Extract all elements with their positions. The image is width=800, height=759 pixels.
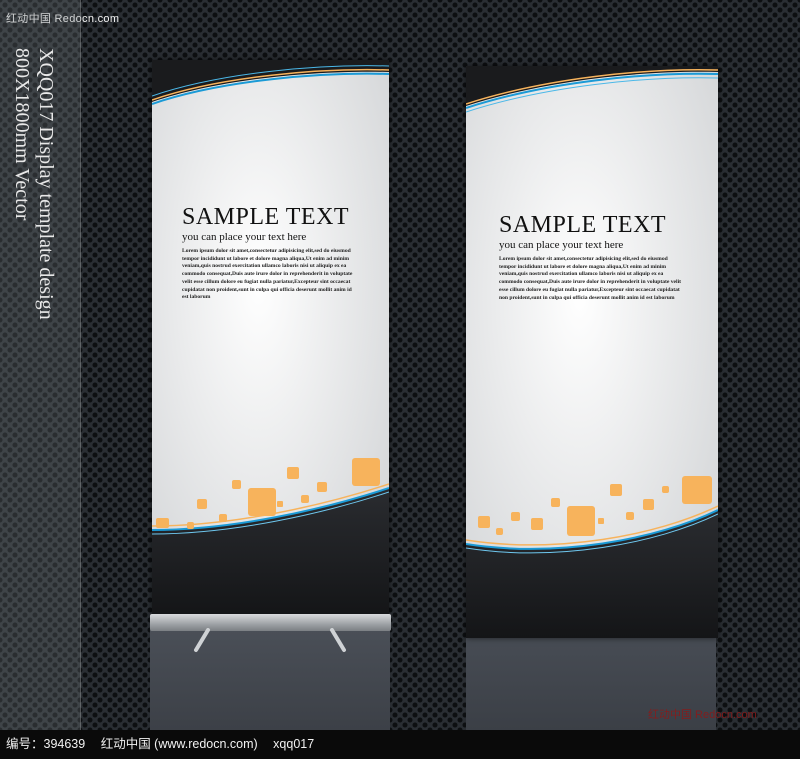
banner-stand-feet bbox=[194, 628, 346, 652]
banner-left: SAMPLE TEXT you can place your text here… bbox=[152, 60, 389, 616]
banner-left-graphic bbox=[152, 60, 389, 616]
banner-right-headline: SAMPLE TEXT bbox=[499, 212, 667, 238]
footer-site: 红动中国 (www.redocn.com) bbox=[100, 737, 258, 751]
banner-right-subhead: you can place your text here bbox=[499, 239, 624, 251]
sidebar-title: XQQ017 Display template design bbox=[35, 48, 57, 320]
banner-right-text: SAMPLE TEXT you can place your text here… bbox=[499, 212, 718, 302]
banner-left-headline: SAMPLE TEXT bbox=[182, 204, 350, 230]
banner-right-graphic bbox=[466, 66, 718, 638]
banner-left-subhead: you can place your text here bbox=[182, 231, 307, 243]
banner-left-body: Lorem ipsum dolor sit amet,consectetur a… bbox=[182, 248, 353, 301]
footer-code: xqq017 bbox=[273, 737, 315, 751]
footer-bar: 编号：394639 红动中国 (www.redocn.com) xqq017 bbox=[0, 730, 800, 759]
banner-right-body: Lorem ipsum dolor sit amet,consectetur a… bbox=[499, 256, 682, 301]
sidebar-caption: XQQ017 Display template design 800X1800m… bbox=[10, 48, 58, 320]
banner-right: SAMPLE TEXT you can place your text here… bbox=[466, 66, 718, 638]
sidebar-size: 800X1800mm Vector bbox=[11, 48, 33, 221]
banner-left-text: SAMPLE TEXT you can place your text here… bbox=[182, 204, 389, 302]
watermark-bottom-right: 红动中国 Redocn.com bbox=[648, 709, 757, 721]
footer-id: 编号：394639 bbox=[6, 737, 86, 751]
display-background: 红动中国 Redocn.com XQQ017 Display template … bbox=[0, 0, 800, 730]
sidebar-panel: XQQ017 Display template design 800X1800m… bbox=[0, 0, 81, 730]
